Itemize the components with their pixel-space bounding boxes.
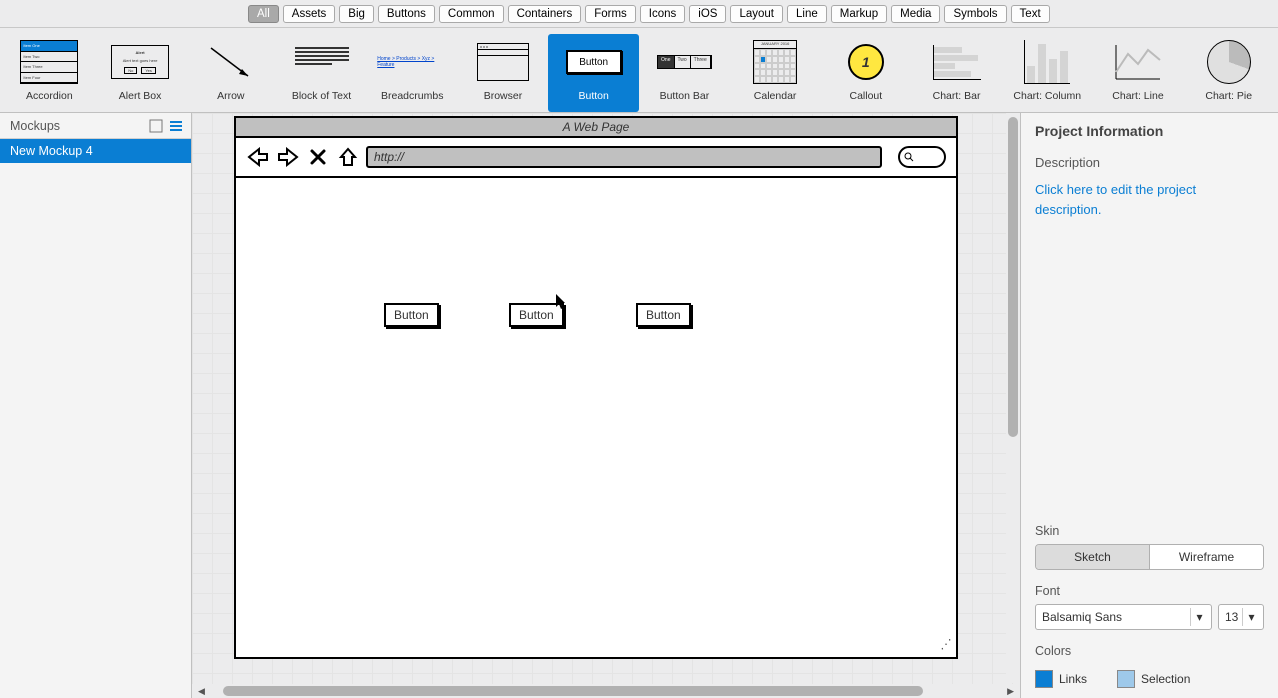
lib-alert-box[interactable]: AlertAlert text goes hereNoYes Alert Box — [95, 34, 186, 112]
skin-label: Skin — [1035, 524, 1264, 538]
canvas-horizontal-scrollbar[interactable]: ◀ ▶ — [192, 684, 1020, 698]
lib-chart-column[interactable]: Chart: Column — [1002, 34, 1093, 112]
filter-line[interactable]: Line — [787, 5, 827, 23]
filter-all[interactable]: All — [248, 5, 279, 23]
lib-browser[interactable]: Browser — [458, 34, 549, 112]
inspector-title: Project Information — [1035, 123, 1264, 139]
links-swatch[interactable] — [1035, 670, 1053, 688]
back-arrow-icon[interactable] — [246, 146, 270, 168]
filter-media[interactable]: Media — [891, 5, 940, 23]
search-icon — [904, 152, 914, 162]
lib-label: Button — [578, 90, 608, 102]
main-area: Mockups New Mockup 4 A Web Page http:// — [0, 113, 1278, 698]
stop-icon[interactable] — [306, 146, 330, 168]
font-size-select[interactable]: 13▾ — [1218, 604, 1264, 630]
filter-assets[interactable]: Assets — [283, 5, 336, 23]
scroll-right-icon[interactable]: ▶ — [1007, 686, 1014, 697]
mockups-sidebar: Mockups New Mockup 4 — [0, 113, 192, 698]
lib-label: Alert Box — [119, 90, 162, 102]
mockup-item[interactable]: New Mockup 4 — [0, 139, 191, 163]
cursor-icon — [556, 294, 568, 310]
selection-swatch[interactable] — [1117, 670, 1135, 688]
browser-content: Button Button Button ⋰ — [236, 178, 956, 655]
filter-big[interactable]: Big — [339, 5, 374, 23]
lib-callout[interactable]: 1 Callout — [820, 34, 911, 112]
grid-view-icon[interactable] — [149, 119, 163, 133]
browser-title: A Web Page — [236, 118, 956, 138]
lib-label: Calendar — [754, 90, 797, 102]
filter-symbols[interactable]: Symbols — [944, 5, 1006, 23]
lib-label: Chart: Column — [1013, 90, 1081, 102]
filter-buttons[interactable]: Buttons — [378, 5, 435, 23]
browser-widget[interactable]: A Web Page http:// Button Button Button … — [234, 116, 958, 659]
lib-arrow[interactable]: Arrow — [185, 34, 276, 112]
url-bar[interactable]: http:// — [366, 146, 882, 168]
links-color[interactable]: Links — [1035, 670, 1087, 688]
colors-label: Colors — [1035, 644, 1264, 658]
lib-label: Callout — [849, 90, 882, 102]
scroll-left-icon[interactable]: ◀ — [198, 686, 205, 697]
description-label: Description — [1035, 155, 1264, 170]
filter-markup[interactable]: Markup — [831, 5, 887, 23]
lib-label: Button Bar — [660, 90, 710, 102]
lib-chart-bar[interactable]: Chart: Bar — [911, 34, 1002, 112]
lib-label: Breadcrumbs — [381, 90, 443, 102]
lib-label: Accordion — [26, 90, 73, 102]
lib-button-bar[interactable]: OneTwoThree Button Bar — [639, 34, 730, 112]
inspector-panel: Project Information Description Click he… — [1020, 113, 1278, 698]
selection-color[interactable]: Selection — [1117, 670, 1190, 688]
filter-text[interactable]: Text — [1011, 5, 1050, 23]
font-label: Font — [1035, 584, 1264, 598]
canvas-button-1[interactable]: Button — [384, 303, 439, 327]
sidebar-title: Mockups — [10, 119, 60, 133]
skin-option-wireframe[interactable]: Wireframe — [1150, 545, 1263, 569]
lib-label: Arrow — [217, 90, 244, 102]
lib-block-of-text[interactable]: Block of Text — [276, 34, 367, 112]
sidebar-header: Mockups — [0, 113, 191, 139]
lib-label: Browser — [484, 90, 523, 102]
lib-chart-pie[interactable]: Chart: Pie — [1183, 34, 1274, 112]
list-view-icon[interactable] — [169, 119, 183, 133]
skin-segmented-control: Sketch Wireframe — [1035, 544, 1264, 570]
filter-forms[interactable]: Forms — [585, 5, 636, 23]
canvas-vertical-scrollbar[interactable] — [1006, 113, 1020, 683]
mockup-list: New Mockup 4 — [0, 139, 191, 698]
filter-layout[interactable]: Layout — [730, 5, 783, 23]
description-placeholder[interactable]: Click here to edit the project descripti… — [1035, 180, 1264, 219]
lib-chart-line[interactable]: Chart: Line — [1093, 34, 1184, 112]
filter-containers[interactable]: Containers — [508, 5, 582, 23]
lib-label: Chart: Bar — [933, 90, 981, 102]
lib-calendar[interactable]: JANUARY 2016 Calendar — [730, 34, 821, 112]
search-field[interactable] — [898, 146, 946, 168]
canvas-button-3[interactable]: Button — [636, 303, 691, 327]
component-library: Item OneItem TwoItem ThreeItem Four Acco… — [0, 28, 1278, 113]
canvas-scroll-viewport[interactable]: A Web Page http:// Button Button Button … — [192, 113, 1020, 684]
lib-button[interactable]: Button Button — [548, 34, 639, 112]
forward-arrow-icon[interactable] — [276, 146, 300, 168]
lib-breadcrumbs[interactable]: Home > Products > Xyz > Feature Breadcru… — [367, 34, 458, 112]
chevron-down-icon: ▾ — [1190, 608, 1208, 626]
canvas-area: A Web Page http:// Button Button Button … — [192, 113, 1020, 698]
filter-ios[interactable]: iOS — [689, 5, 726, 23]
filter-icons[interactable]: Icons — [640, 5, 686, 23]
lib-label: Block of Text — [292, 90, 351, 102]
browser-toolbar: http:// — [236, 138, 956, 178]
font-family-select[interactable]: Balsamiq Sans▾ — [1035, 604, 1212, 630]
filter-common[interactable]: Common — [439, 5, 504, 23]
lib-label: Chart: Pie — [1205, 90, 1252, 102]
home-icon[interactable] — [336, 146, 360, 168]
lib-label: Chart: Line — [1112, 90, 1163, 102]
category-filter-bar: All Assets Big Buttons Common Containers… — [0, 0, 1278, 28]
chevron-down-icon: ▾ — [1242, 608, 1260, 626]
lib-accordion[interactable]: Item OneItem TwoItem ThreeItem Four Acco… — [4, 34, 95, 112]
resize-grip-icon[interactable]: ⋰ — [939, 637, 952, 652]
skin-option-sketch[interactable]: Sketch — [1036, 545, 1150, 569]
